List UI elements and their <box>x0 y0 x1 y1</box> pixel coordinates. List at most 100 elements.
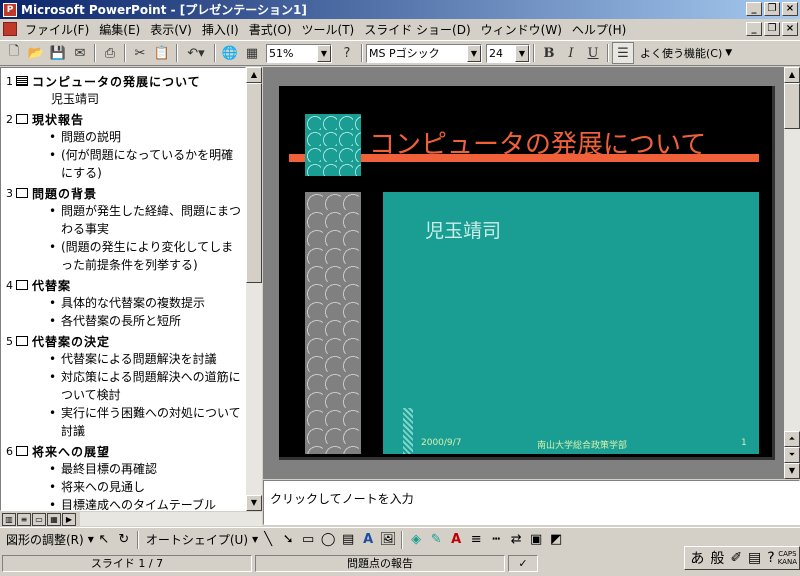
outline-slide-title[interactable]: 問題の背景 <box>32 185 97 202</box>
outline-slide-title[interactable]: コンピュータの発展について <box>32 73 201 90</box>
zoom-combo[interactable]: 51% ▼ <box>266 43 332 63</box>
draw-menu-button[interactable]: 図形の調整(R) <box>2 531 88 548</box>
outline-bullet[interactable]: • 各代替案の長所と短所 <box>1 312 245 330</box>
chevron-down-icon[interactable]: ▼ <box>725 48 732 58</box>
fill-color-icon[interactable]: ◈ <box>406 530 426 550</box>
slide-subtitle[interactable]: 児玉靖司 <box>425 216 501 243</box>
slide-icon[interactable] <box>16 114 28 124</box>
outline-bullet[interactable]: • 対応策による問題解決への道筋について検討 <box>1 368 245 404</box>
print-icon[interactable]: ⎙ <box>99 42 121 64</box>
outline-slide-title[interactable]: 将来への展望 <box>32 443 110 460</box>
restore-button[interactable]: ❐ <box>764 2 780 16</box>
help-icon[interactable]: ? <box>336 42 358 64</box>
normal-view-icon[interactable]: ▥ <box>2 512 16 526</box>
ime-help-icon[interactable]: ? <box>764 550 777 566</box>
slide-title[interactable]: コンピュータの発展について <box>369 124 706 161</box>
minimize-button[interactable]: _ <box>746 2 762 16</box>
arrow-style-icon[interactable]: ⇄ <box>506 530 526 550</box>
outline-bullet[interactable]: • 実行に伴う困難への対処について討議 <box>1 404 245 440</box>
slideshow-view-icon[interactable]: ▶ <box>62 512 76 526</box>
scroll-thumb[interactable] <box>784 83 800 129</box>
document-icon[interactable] <box>3 22 17 36</box>
horizontal-scrollbar[interactable] <box>80 512 262 526</box>
scroll-thumb[interactable] <box>246 83 262 283</box>
outline-bullet[interactable]: • (問題の発生により変化してしまった前提条件を列挙する) <box>1 238 245 274</box>
new-file-icon[interactable]: 🗋 <box>3 42 25 64</box>
scroll-up-arrow[interactable]: ▲ <box>784 67 800 83</box>
select-arrow-icon[interactable]: ↖ <box>94 530 114 550</box>
previous-slide-icon[interactable]: ⏶ <box>784 431 800 447</box>
outline-bullet[interactable]: • 具体的な代替案の複数提示 <box>1 294 245 312</box>
doc-restore-button[interactable]: ❐ <box>764 22 780 36</box>
ime-pad-icon[interactable]: ▤ <box>745 550 764 566</box>
undo-icon[interactable]: ↶▾ <box>181 42 211 64</box>
close-button[interactable]: × <box>782 2 798 16</box>
outline-slide-heading[interactable]: 4 代替案 <box>1 276 245 294</box>
slide-pane[interactable]: コンピュータの発展について 児玉靖司 2000/9/7 南山大学総合政策学部 1 <box>263 67 784 479</box>
line-icon[interactable]: ╲ <box>258 530 278 550</box>
arrow-icon[interactable]: ➘ <box>278 530 298 550</box>
bold-button[interactable]: B <box>538 42 560 64</box>
outline-bullet[interactable]: • 目標達成へのタイムテーブル <box>1 496 245 510</box>
notes-pane[interactable]: クリックしてノートを入力 <box>263 480 800 525</box>
outline-bullet[interactable]: • 問題が発生した経緯、問題にまつわる事実 <box>1 202 245 238</box>
doc-close-button[interactable]: × <box>782 22 798 36</box>
next-slide-icon[interactable]: ⏷ <box>784 447 800 463</box>
table-icon[interactable]: ▦ <box>241 42 263 64</box>
outline-slide-heading[interactable]: 5 代替案の決定 <box>1 332 245 350</box>
menu-tools[interactable]: ツール(T) <box>297 21 360 38</box>
menu-window[interactable]: ウィンドウ(W) <box>476 21 567 38</box>
slide-scrollbar[interactable]: ▲ ⏶ ⏷ ▼ <box>784 67 800 479</box>
oval-icon[interactable]: ◯ <box>318 530 338 550</box>
underline-button[interactable]: U <box>582 42 604 64</box>
outline-slide-title[interactable]: 代替案の決定 <box>32 333 110 350</box>
slide-icon[interactable] <box>16 76 28 86</box>
outline-slide-title[interactable]: 現状報告 <box>32 111 84 128</box>
menu-view[interactable]: 表示(V) <box>145 21 197 38</box>
clipart-icon[interactable]: 🖼 <box>378 530 398 550</box>
scroll-down-arrow[interactable]: ▼ <box>784 463 800 479</box>
outline-bullet[interactable]: • (何が問題になっているかを明確にする) <box>1 146 245 182</box>
doc-minimize-button[interactable]: _ <box>746 22 762 36</box>
cut-icon[interactable]: ✂ <box>129 42 151 64</box>
menu-file[interactable]: ファイル(F) <box>20 21 94 38</box>
outline-bullet[interactable]: • 代替案による問題解決を討議 <box>1 350 245 368</box>
outline-bullet[interactable]: • 問題の説明 <box>1 128 245 146</box>
outline-slide-heading[interactable]: 1 コンピュータの発展について <box>1 72 245 90</box>
font-color-icon[interactable]: A <box>446 530 466 550</box>
menu-insert[interactable]: 挿入(I) <box>197 21 244 38</box>
line-style-icon[interactable]: ≡ <box>466 530 486 550</box>
outline-bullet[interactable]: • 将来への見通し <box>1 478 245 496</box>
outline-pane[interactable]: 1 コンピュータの発展について 児玉靖司 2 現状報告 • 問題の説明 • (何が問題になってい… <box>0 67 246 511</box>
rectangle-icon[interactable]: ▭ <box>298 530 318 550</box>
powerpoint-app-icon[interactable]: P <box>3 2 17 17</box>
outline-slide-heading[interactable]: 3 問題の背景 <box>1 184 245 202</box>
line-color-icon[interactable]: ✎ <box>426 530 446 550</box>
chevron-down-icon[interactable]: ▼ <box>515 44 529 62</box>
save-icon[interactable]: 💾 <box>47 42 69 64</box>
shadow-icon[interactable]: ▣ <box>526 530 546 550</box>
font-combo[interactable]: MS Pゴシック ▼ <box>366 43 482 63</box>
outline-scrollbar[interactable]: ▲ ▼ <box>246 67 262 511</box>
frequent-features-menu[interactable]: よく使う機能(C) <box>640 45 722 61</box>
textbox-icon[interactable]: ▤ <box>338 530 358 550</box>
open-folder-icon[interactable]: 📂 <box>25 42 47 64</box>
hyperlink-icon[interactable]: 🌐 <box>219 42 241 64</box>
wordart-icon[interactable]: A <box>358 530 378 550</box>
ime-tool-icon[interactable]: ✐ <box>727 550 745 566</box>
scroll-down-arrow[interactable]: ▼ <box>246 495 262 511</box>
free-rotate-icon[interactable]: ↻ <box>114 530 134 550</box>
paste-icon[interactable]: 📋 <box>151 42 173 64</box>
outline-subtitle[interactable]: 児玉靖司 <box>1 90 245 108</box>
outline-slide-heading[interactable]: 2 現状報告 <box>1 110 245 128</box>
menu-format[interactable]: 書式(O) <box>244 21 297 38</box>
menu-help[interactable]: ヘルプ(H) <box>567 21 631 38</box>
email-icon[interactable]: ✉ <box>69 42 91 64</box>
slide-canvas[interactable]: コンピュータの発展について 児玉靖司 2000/9/7 南山大学総合政策学部 1 <box>279 86 775 460</box>
align-left-icon[interactable]: ☰ <box>612 42 634 64</box>
outline-view-icon[interactable]: ≡ <box>17 512 31 526</box>
slide-icon[interactable] <box>16 446 28 456</box>
dash-style-icon[interactable]: ┅ <box>486 530 506 550</box>
chevron-down-icon[interactable]: ▼ <box>467 44 481 62</box>
chevron-down-icon[interactable]: ▼ <box>317 44 331 62</box>
